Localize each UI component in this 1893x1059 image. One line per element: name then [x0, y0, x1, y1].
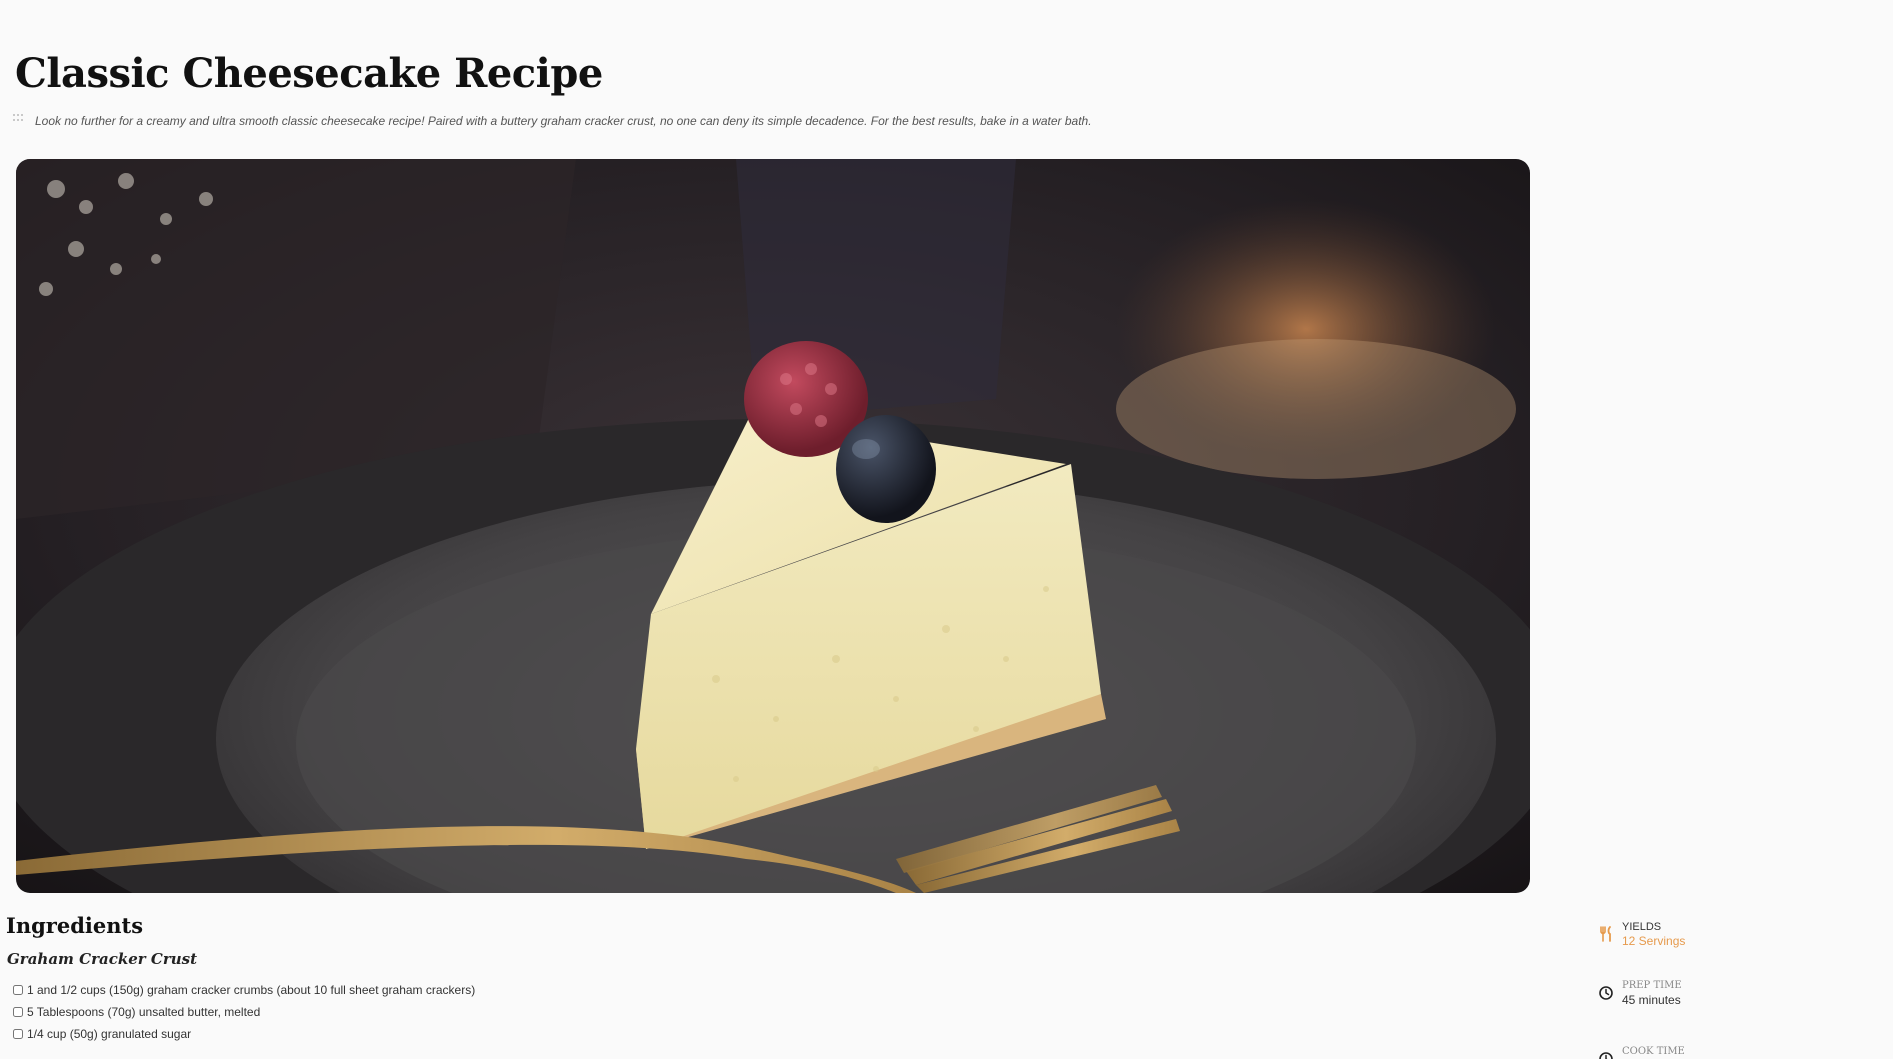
ingredient-checkbox[interactable]: [13, 1007, 23, 1017]
yields-label: YIELDS: [1622, 921, 1662, 933]
ingredient-item: 5 Tablespoons (70g) unsalted butter, mel…: [13, 1001, 475, 1023]
ingredient-section-title: Graham Cracker Crust: [7, 950, 198, 968]
prep-time-value: 45 minutes: [1622, 993, 1681, 1007]
cook-time-label: COOK TIME: [1622, 1046, 1685, 1057]
ingredient-checkbox[interactable]: [13, 1029, 23, 1039]
ingredients-heading: Ingredients: [6, 913, 144, 938]
drag-handle-icon[interactable]: [13, 114, 25, 122]
cook-time-meta: COOK TIME: [1598, 1045, 1685, 1059]
clock-icon: [1599, 1052, 1613, 1059]
cheesecake-photo: [16, 159, 1530, 893]
ingredient-text: 5 Tablespoons (70g) unsalted butter, mel…: [27, 1005, 261, 1019]
recipe-page: Classic Cheesecake Recipe Look no furthe…: [0, 0, 1893, 1059]
ingredient-text: 1/4 cup (50g) granulated sugar: [27, 1027, 192, 1041]
yields-value: 12 Servings: [1622, 934, 1686, 948]
fork-knife-icon: [1600, 926, 1611, 942]
page-title: Classic Cheesecake Recipe: [15, 50, 603, 97]
clock-icon: [1599, 986, 1613, 1000]
ingredient-list: 1 and 1/2 cups (150g) graham cracker cru…: [13, 979, 475, 1045]
recipe-intro: Look no further for a creamy and ultra s…: [35, 114, 1092, 128]
ingredient-text: 1 and 1/2 cups (150g) graham cracker cru…: [27, 983, 476, 997]
ingredient-item: 1/4 cup (50g) granulated sugar: [13, 1023, 475, 1045]
prep-time-label: PREP TIME: [1622, 980, 1682, 991]
ingredient-item: 1 and 1/2 cups (150g) graham cracker cru…: [13, 979, 475, 1001]
prep-time-meta: PREP TIME 45 minutes: [1598, 979, 1682, 1008]
yields-meta: YIELDS 12 Servings: [1598, 920, 1685, 949]
ingredient-checkbox[interactable]: [13, 985, 23, 995]
